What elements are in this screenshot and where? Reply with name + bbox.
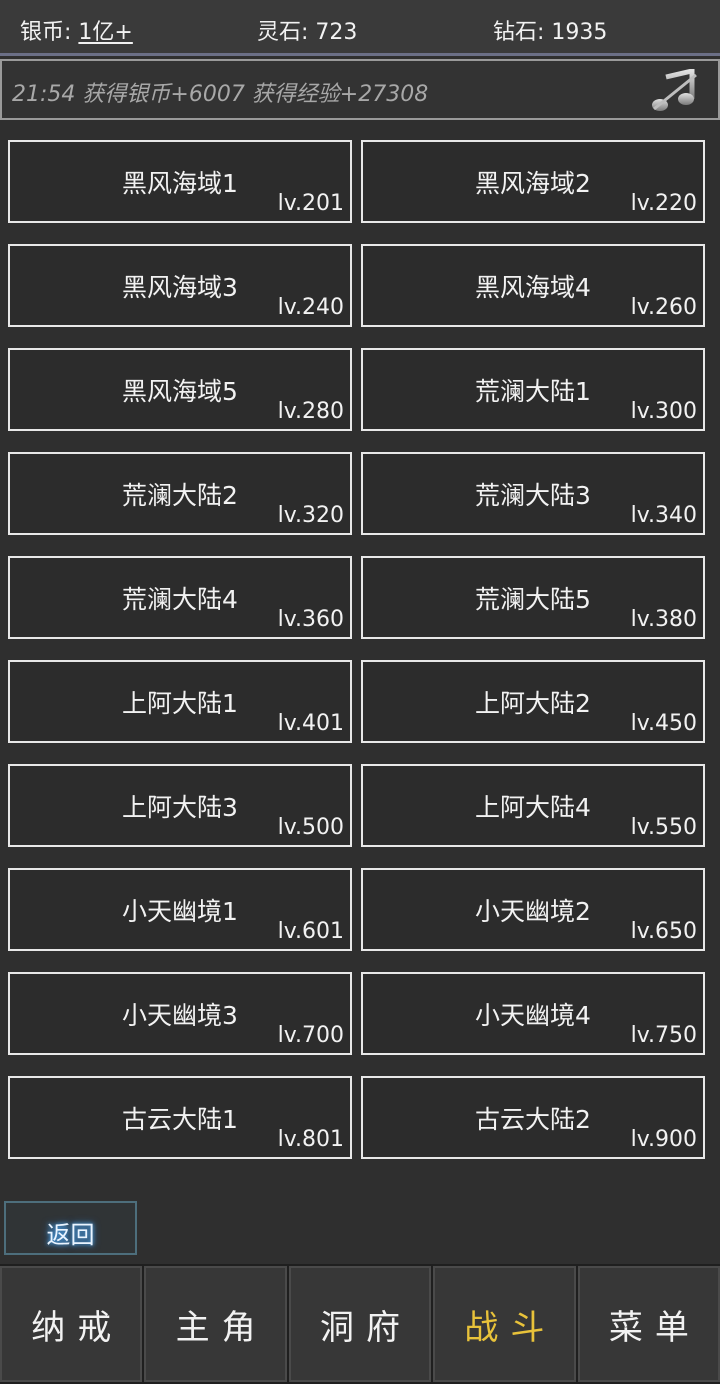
nav-tab-1[interactable]: 主角 [144, 1266, 287, 1382]
back-button[interactable]: 返回 [4, 1201, 137, 1255]
spirit-stone-currency: 灵石: 723 [257, 14, 357, 46]
zone-button[interactable]: 古云大陆2 lv.900 [361, 1076, 705, 1159]
silver-currency: 银币: 1亿+ [20, 14, 133, 46]
zone-level: lv.500 [277, 815, 344, 840]
message-log: 21:54 获得银币+6007 获得经验+27308 [0, 59, 720, 120]
zone-grid: 黑风海域1 lv.201 黑风海域2 lv.220 黑风海域3 lv.240 黑风海域4 lv… [8, 140, 706, 1159]
zone-button[interactable]: 荒澜大陆4 lv.360 [8, 556, 352, 639]
spirit-stone-value: 723 [315, 20, 358, 45]
zone-level: lv.801 [277, 1127, 344, 1152]
zone-level: lv.550 [630, 815, 697, 840]
spirit-stone-label: 灵石: [257, 20, 316, 45]
bottom-nav: 纳戒 主角 洞府 战斗 菜单 [0, 1264, 720, 1384]
back-label: 返回 [46, 1221, 95, 1249]
zone-level: lv.300 [630, 399, 697, 424]
zone-button[interactable]: 上阿大陆3 lv.500 [8, 764, 352, 847]
zone-level: lv.450 [630, 711, 697, 736]
zone-button[interactable]: 古云大陆1 lv.801 [8, 1076, 352, 1159]
zone-button[interactable]: 荒澜大陆3 lv.340 [361, 452, 705, 535]
zone-button[interactable]: 小天幽境1 lv.601 [8, 868, 352, 951]
diamond-currency: 钻石: 1935 [493, 14, 607, 46]
zone-level: lv.380 [630, 607, 697, 632]
nav-tab-2[interactable]: 洞府 [288, 1266, 432, 1382]
nav-tab-4[interactable]: 菜单 [577, 1266, 720, 1382]
music-muted-icon[interactable] [650, 67, 698, 113]
zone-button[interactable]: 荒澜大陆1 lv.300 [361, 348, 705, 431]
log-text: 21:54 获得银币+6007 获得经验+27308 [12, 82, 429, 107]
nav-tab-0[interactable]: 纳戒 [0, 1266, 143, 1382]
zone-button[interactable]: 上阿大陆4 lv.550 [361, 764, 705, 847]
zone-level: lv.700 [277, 1023, 344, 1048]
zone-button[interactable]: 小天幽境2 lv.650 [361, 868, 705, 951]
zone-button[interactable]: 黑风海域2 lv.220 [361, 140, 705, 223]
zone-level: lv.750 [630, 1023, 697, 1048]
zone-level: lv.360 [277, 607, 344, 632]
zone-level: lv.240 [277, 295, 344, 320]
zone-button[interactable]: 黑风海域1 lv.201 [8, 140, 352, 223]
zone-button[interactable]: 上阿大陆1 lv.401 [8, 660, 352, 743]
zone-button[interactable]: 小天幽境4 lv.750 [361, 972, 705, 1055]
silver-label: 银币: [20, 20, 79, 45]
zone-button[interactable]: 黑风海域4 lv.260 [361, 244, 705, 327]
zone-level: lv.220 [630, 191, 697, 216]
zone-level: lv.900 [630, 1127, 697, 1152]
zone-button[interactable]: 小天幽境3 lv.700 [8, 972, 352, 1055]
currency-bar: 银币: 1亿+ 灵石: 723 钻石: 1935 [0, 0, 720, 56]
silver-value: 1亿+ [78, 20, 133, 45]
zone-level: lv.260 [630, 295, 697, 320]
nav-tab-3[interactable]: 战斗 [433, 1266, 576, 1382]
zone-button[interactable]: 荒澜大陆2 lv.320 [8, 452, 352, 535]
zone-button[interactable]: 上阿大陆2 lv.450 [361, 660, 705, 743]
zone-button[interactable]: 黑风海域5 lv.280 [8, 348, 352, 431]
zone-button[interactable]: 荒澜大陆5 lv.380 [361, 556, 705, 639]
diamond-label: 钻石: [493, 20, 552, 45]
zone-level: lv.320 [277, 503, 344, 528]
zone-level: lv.650 [630, 919, 697, 944]
zone-level: lv.601 [277, 919, 344, 944]
zone-level: lv.340 [630, 503, 697, 528]
zone-button[interactable]: 黑风海域3 lv.240 [8, 244, 352, 327]
diamond-value: 1935 [551, 20, 608, 45]
zone-level: lv.201 [277, 191, 344, 216]
zone-level: lv.280 [277, 399, 344, 424]
zone-level: lv.401 [277, 711, 344, 736]
